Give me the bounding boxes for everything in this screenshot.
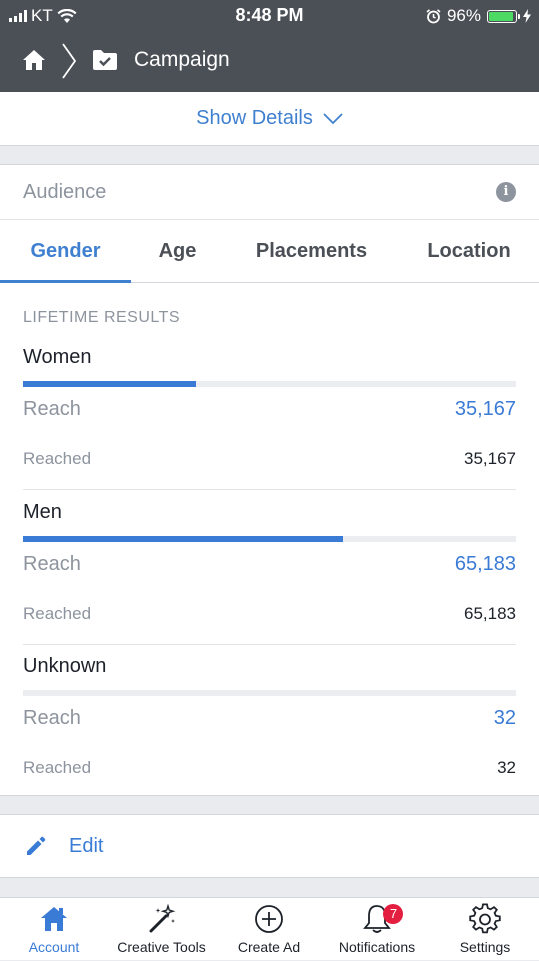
- campaign-folder-icon: [93, 50, 117, 70]
- app-header: KT 8:48 PM 96% Campaign: [0, 0, 539, 92]
- reached-value: 65,183: [464, 604, 516, 623]
- audience-label: Audience: [23, 181, 107, 203]
- edit-label: Edit: [69, 835, 104, 857]
- home-icon[interactable]: [22, 48, 46, 72]
- audience-header: Audience i: [0, 165, 539, 220]
- reached-label: Reached: [23, 449, 92, 468]
- reached-label: Reached: [23, 604, 92, 623]
- gear-icon: [469, 903, 501, 934]
- info-icon[interactable]: i: [496, 182, 516, 202]
- bottom-tab-bar: Account Creative Tools Create Ad 7 Notif…: [0, 897, 539, 960]
- page-title[interactable]: Campaign: [134, 48, 230, 72]
- audience-card: Audience i Gender Age Placements Locatio…: [0, 164, 539, 796]
- alarm-icon: [426, 8, 441, 23]
- tab-placements[interactable]: Placements: [224, 220, 399, 282]
- status-bar: KT 8:48 PM 96%: [0, 0, 539, 32]
- reach-label: Reach: [23, 707, 81, 729]
- notification-badge: 7: [383, 904, 404, 924]
- tab-create-ad[interactable]: Create Ad: [215, 898, 323, 961]
- tab-account[interactable]: Account: [0, 898, 108, 961]
- reached-value: 35,167: [464, 449, 516, 468]
- divider: [23, 489, 516, 490]
- charging-icon: [523, 9, 531, 23]
- tab-notifications[interactable]: 7 Notifications: [323, 898, 431, 961]
- nav-bar: Campaign: [0, 32, 539, 92]
- reach-share-bar: [23, 536, 516, 542]
- tab-label: Settings: [459, 939, 511, 955]
- divider: [23, 644, 516, 645]
- tab-creative-tools[interactable]: Creative Tools: [108, 898, 215, 961]
- tab-location[interactable]: Location: [399, 220, 539, 282]
- group-name: Women: [23, 346, 92, 368]
- reach-label: Reach: [23, 553, 81, 575]
- magic-wand-icon: [149, 903, 175, 933]
- reach-value[interactable]: 35,167: [455, 398, 516, 421]
- reach-label: Reach: [23, 398, 81, 420]
- tab-label: Account: [28, 939, 80, 955]
- chevron-down-icon: [323, 112, 343, 124]
- audience-tabs: Gender Age Placements Location: [0, 220, 539, 283]
- reach-share-bar: [23, 690, 516, 696]
- house-icon: [41, 907, 67, 931]
- reached-value: 32: [497, 758, 516, 777]
- pencil-icon: [27, 836, 46, 855]
- reach-share-bar: [23, 381, 516, 387]
- show-details-button[interactable]: Show Details: [0, 92, 539, 146]
- reach-value[interactable]: 32: [494, 707, 516, 730]
- battery-percent: 96%: [446, 6, 481, 25]
- battery-icon: [487, 9, 520, 23]
- tab-settings[interactable]: Settings: [431, 898, 539, 961]
- tab-label: Creative Tools: [117, 939, 206, 955]
- group-name: Men: [23, 501, 62, 523]
- breadcrumb-chevron-icon: [62, 43, 77, 79]
- reached-label: Reached: [23, 758, 92, 777]
- tab-label: Notifications: [338, 939, 416, 955]
- reach-value[interactable]: 65,183: [455, 553, 516, 576]
- show-details-label: Show Details: [196, 107, 313, 129]
- section-title: LIFETIME RESULTS: [23, 309, 181, 326]
- tab-age[interactable]: Age: [131, 220, 224, 282]
- group-name: Unknown: [23, 655, 107, 677]
- plus-circle-icon: [255, 905, 283, 933]
- tab-gender[interactable]: Gender: [0, 220, 131, 283]
- tab-label: Create Ad: [237, 939, 301, 955]
- edit-button[interactable]: Edit: [0, 814, 539, 878]
